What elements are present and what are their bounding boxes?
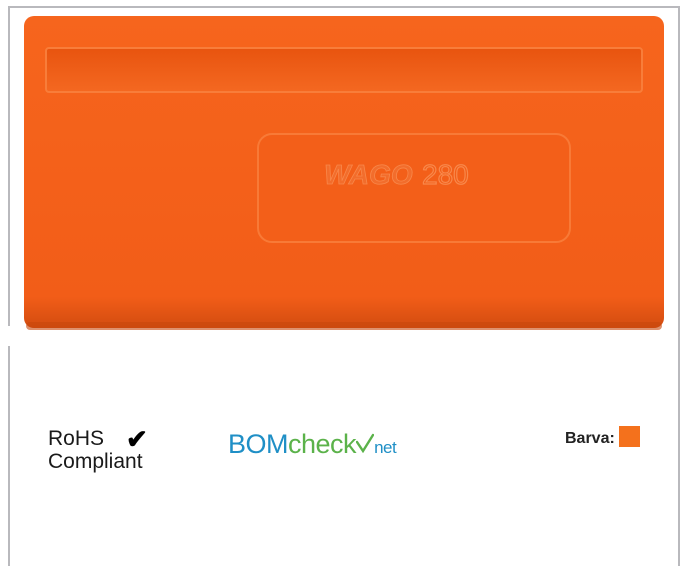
color-label: Barva: [565, 430, 615, 447]
color-swatch [618, 425, 640, 447]
wago-logo: WAGO [324, 159, 413, 190]
bomcheck-logo-part1: BOM [228, 429, 289, 459]
bomcheck-logo-part3: net [374, 438, 397, 457]
model-number: 280 [422, 159, 469, 190]
bomcheck-logo[interactable]: BOM check net [228, 429, 397, 463]
bomcheck-logo-part2: check [288, 429, 357, 459]
rohs-badge: RoHS ✔ Compliant [48, 423, 148, 474]
frame-notch [8, 326, 14, 346]
logo-panel [257, 133, 571, 243]
info-row: RoHS ✔ Compliant BOM check net Barva: [0, 415, 682, 485]
product-image: WAGO 280 [24, 16, 664, 330]
rohs-compliant-label: Compliant [48, 450, 143, 473]
top-slot [45, 47, 643, 93]
bomcheck-tick-icon [356, 433, 375, 453]
color-indicator: Barva: [565, 425, 640, 448]
rohs-label: RoHS [48, 427, 105, 450]
checkmark-icon: ✔ [126, 423, 148, 454]
